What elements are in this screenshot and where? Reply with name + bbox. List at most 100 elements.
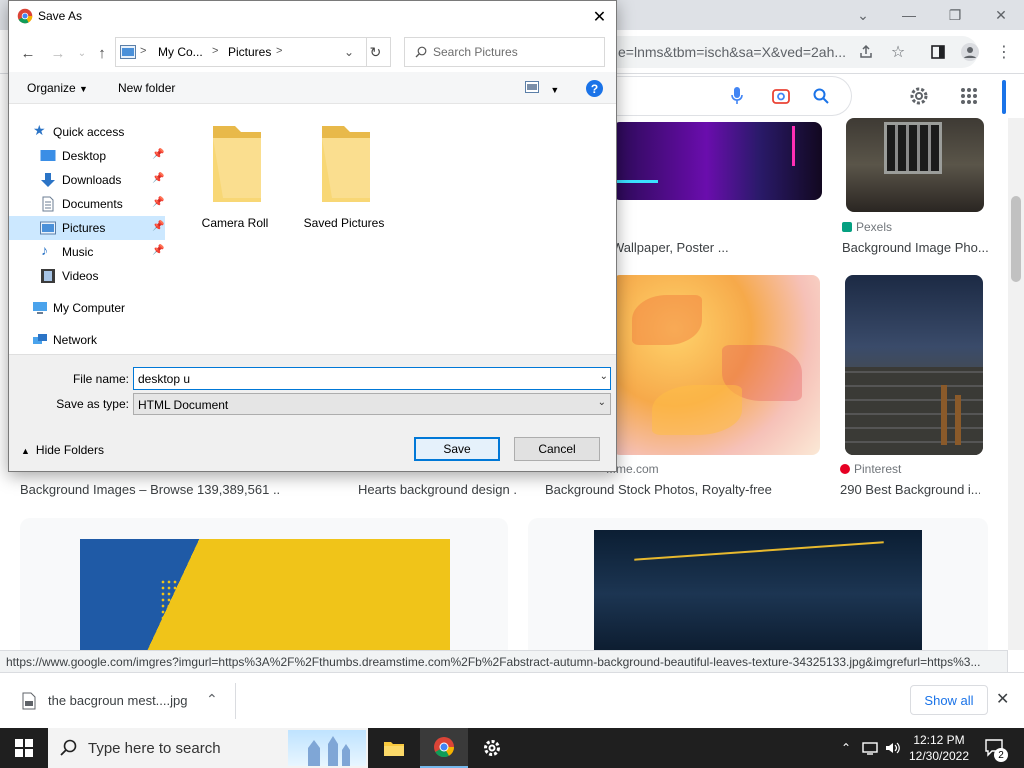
address-bar[interactable]: > My Co... > Pictures > ⌄ [115, 37, 367, 67]
taskbar-chrome[interactable] [420, 728, 468, 768]
result-image-brick-window[interactable] [846, 118, 984, 212]
back-arrow-icon[interactable]: ← [17, 42, 39, 64]
tray-chevron-icon[interactable]: ⌃ [836, 728, 856, 768]
result-caption[interactable]: Background Images – Browse 139,389,561 .… [20, 482, 280, 497]
result-image-dark-gold[interactable] [594, 530, 922, 650]
tab-search-icon[interactable]: ⌄ [840, 0, 886, 30]
file-name-input[interactable] [138, 371, 578, 387]
windows-logo-icon [15, 739, 33, 757]
result-caption[interactable]: Wallpaper, Poster ... [612, 240, 812, 255]
result-image-autumn-leaves[interactable] [612, 275, 820, 455]
dialog-bottom-pane: File name: ⌄ Save as type: HTML Document… [9, 354, 616, 471]
file-name-field[interactable]: ⌄ [133, 367, 611, 390]
search-icon [60, 739, 77, 756]
pin-icon[interactable]: 📌 [152, 173, 164, 184]
recent-chevron-icon[interactable]: ⌄ [71, 42, 93, 64]
taskbar-file-explorer[interactable] [370, 728, 418, 768]
result-card[interactable] [528, 518, 988, 650]
cancel-button[interactable]: Cancel [514, 437, 600, 461]
desktop-icon [40, 150, 56, 161]
folder-saved-pictures[interactable]: Saved Pictures [296, 120, 392, 230]
organize-button[interactable]: Organize ▼ [27, 81, 88, 95]
side-panel-icon[interactable] [926, 40, 950, 64]
chevron-up-icon[interactable]: ⌃ [206, 691, 218, 708]
up-arrow-icon[interactable]: ↑ [91, 42, 113, 64]
settings-gear-icon[interactable] [906, 83, 932, 109]
bookmark-star-icon[interactable]: ☆ [886, 40, 910, 64]
network-tray-icon[interactable] [858, 728, 882, 768]
lens-camera-icon[interactable] [768, 83, 794, 109]
nav-quick-access[interactable]: ★ Quick access [9, 120, 165, 144]
result-image-stone-wall[interactable] [845, 275, 983, 455]
breadcrumb-chevron-icon[interactable]: > [140, 45, 146, 57]
download-shelf: the bacgroun mest....jpg ⌃ Show all ✕ [0, 672, 1024, 728]
save-as-type-select[interactable]: HTML Document ⌄ [133, 393, 611, 415]
nav-videos[interactable]: Videos [9, 264, 165, 288]
result-caption[interactable]: Hearts background design ... [358, 482, 518, 497]
hide-folders-toggle[interactable]: ▲ Hide Folders [21, 443, 104, 457]
nav-network[interactable]: Network [9, 328, 165, 352]
scrollbar-thumb[interactable] [1011, 196, 1021, 282]
show-all-button[interactable]: Show all [910, 685, 988, 715]
nav-documents[interactable]: Documents 📌 [9, 192, 165, 216]
clock-time: 12:12 PM [913, 733, 965, 747]
forward-arrow-icon[interactable]: → [47, 42, 69, 64]
start-button[interactable] [0, 728, 48, 768]
breadcrumb-chevron-icon[interactable]: > [276, 45, 282, 57]
help-icon[interactable]: ? [586, 80, 603, 97]
minimize-icon[interactable]: — [886, 0, 932, 30]
volume-tray-icon[interactable] [882, 728, 904, 768]
search-pictures-box[interactable] [404, 37, 605, 67]
result-source: Pinterest [840, 462, 901, 476]
result-caption[interactable]: Background Stock Photos, Royalty-free ..… [545, 482, 775, 497]
refresh-icon[interactable]: ↻ [361, 37, 391, 67]
folder-icon [213, 126, 261, 202]
result-card[interactable] [20, 518, 508, 650]
omnibox[interactable]: e=lnms&tbm=isch&sa=X&ved=2ah... [560, 36, 978, 68]
notifications-icon[interactable]: 2 [980, 728, 1010, 768]
chrome-icon [17, 8, 33, 24]
view-icon [525, 81, 539, 93]
breadcrumb-pictures[interactable]: Pictures [228, 45, 271, 59]
chevron-down-icon[interactable]: ⌄ [600, 371, 608, 382]
result-caption[interactable]: 290 Best Background i... [840, 482, 980, 497]
pin-icon[interactable]: 📌 [152, 149, 164, 160]
result-image-blue-yellow[interactable] [80, 539, 450, 650]
taskbar-search[interactable]: Type here to search [48, 728, 368, 768]
pin-icon[interactable]: 📌 [152, 245, 164, 256]
search-pictures-input[interactable] [433, 44, 599, 60]
new-folder-button[interactable]: New folder [118, 81, 175, 95]
voice-search-icon[interactable] [724, 83, 750, 109]
breadcrumb-chevron-icon[interactable]: > [212, 45, 218, 57]
result-image-neon[interactable] [612, 122, 822, 200]
close-shelf-icon[interactable]: ✕ [996, 689, 1009, 709]
omnibox-url: e=lnms&tbm=isch&sa=X&ved=2ah... [618, 44, 847, 60]
dialog-close-icon[interactable]: ✕ [583, 1, 616, 32]
nav-my-computer[interactable]: My Computer [9, 296, 165, 320]
result-caption[interactable]: Background Image Pho... [842, 240, 992, 255]
breadcrumb-my-computer[interactable]: My Co... [158, 45, 203, 59]
pin-icon[interactable]: 📌 [152, 221, 164, 232]
apps-grid-icon[interactable] [956, 83, 982, 109]
settings-gear-icon [484, 740, 500, 756]
nav-pictures[interactable]: Pictures 📌 [9, 216, 165, 240]
close-window-icon[interactable]: ✕ [978, 0, 1024, 30]
music-note-icon: ♪ [41, 242, 48, 258]
folder-camera-roll[interactable]: Camera Roll [187, 120, 283, 230]
search-icon[interactable] [808, 83, 834, 109]
view-options-button[interactable]: ▼ [525, 81, 559, 96]
nav-downloads[interactable]: Downloads 📌 [9, 168, 165, 192]
page-scrollbar[interactable] [1008, 118, 1024, 650]
nav-desktop[interactable]: Desktop 📌 [9, 144, 165, 168]
share-icon[interactable] [854, 40, 878, 64]
profile-avatar-icon[interactable] [958, 40, 982, 64]
taskbar-settings[interactable] [468, 728, 516, 768]
pin-icon[interactable]: 📌 [152, 197, 164, 208]
taskbar-clock[interactable]: 12:12 PM 12/30/2022 [906, 732, 972, 764]
nav-music[interactable]: ♪ Music 📌 [9, 240, 165, 264]
save-button[interactable]: Save [414, 437, 500, 461]
chrome-menu-icon[interactable]: ⋮ [992, 40, 1016, 64]
address-dropdown-icon[interactable]: ⌄ [344, 45, 354, 59]
download-item[interactable]: the bacgroun mest....jpg ⌃ [10, 683, 236, 719]
restore-icon[interactable]: ❐ [932, 0, 978, 30]
